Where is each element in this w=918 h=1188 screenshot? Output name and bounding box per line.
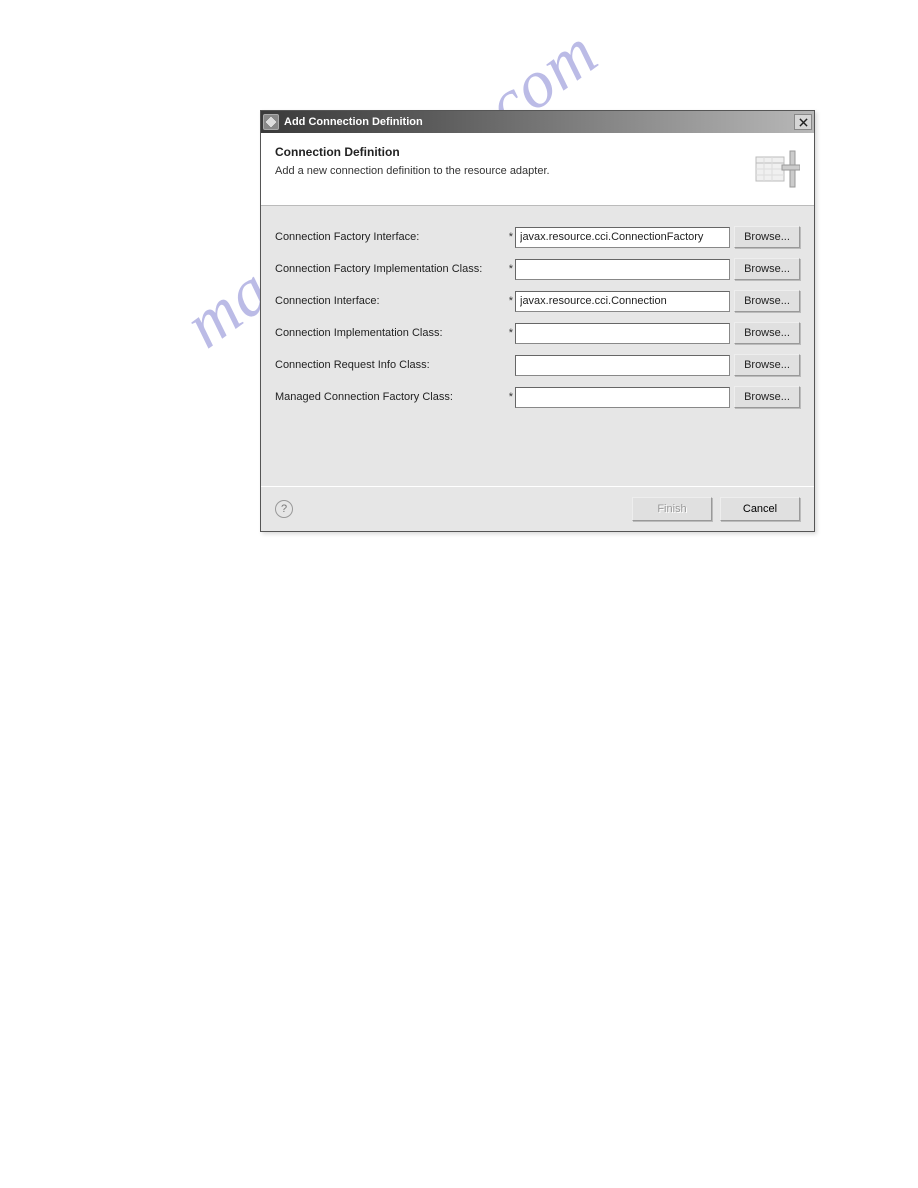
browse-connection-impl-class[interactable]: Browse... [734,322,800,344]
row-connection-impl-class: Connection Implementation Class: * Brows… [275,322,800,344]
browse-managed-connection-factory-class[interactable]: Browse... [734,386,800,408]
row-managed-connection-factory-class: Managed Connection Factory Class: * Brow… [275,386,800,408]
input-connection-impl-class[interactable] [515,323,730,344]
row-connection-factory-impl-class: Connection Factory Implementation Class:… [275,258,800,280]
label-connection-impl-class: Connection Implementation Class: [275,327,507,339]
header-text-block: Connection Definition Add a new connecti… [275,145,742,177]
window-title: Add Connection Definition [284,116,794,128]
footer-area: ? Finish Cancel [261,487,814,531]
row-connection-request-info-class: Connection Request Info Class: Browse... [275,354,800,376]
page-description: Add a new connection definition to the r… [275,165,742,177]
label-connection-factory-impl-class: Connection Factory Implementation Class: [275,263,507,275]
label-connection-factory-interface: Connection Factory Interface: [275,231,507,243]
input-connection-request-info-class[interactable] [515,355,730,376]
dialog-header: Connection Definition Add a new connecti… [261,133,814,206]
row-connection-interface: Connection Interface: * Browse... [275,290,800,312]
required-mark: * [507,295,515,307]
finish-button[interactable]: Finish [632,497,712,521]
app-icon [263,114,279,130]
close-icon [799,118,808,127]
required-mark: * [507,231,515,243]
label-managed-connection-factory-class: Managed Connection Factory Class: [275,391,507,403]
input-connection-factory-interface[interactable] [515,227,730,248]
required-mark: * [507,263,515,275]
row-connection-factory-interface: Connection Factory Interface: * Browse..… [275,226,800,248]
close-button[interactable] [794,114,812,130]
wizard-banner-icon [752,149,800,189]
label-connection-interface: Connection Interface: [275,295,507,307]
browse-connection-factory-interface[interactable]: Browse... [734,226,800,248]
input-connection-interface[interactable] [515,291,730,312]
form-area: Connection Factory Interface: * Browse..… [261,206,814,486]
cancel-button[interactable]: Cancel [720,497,800,521]
page-title: Connection Definition [275,145,742,159]
browse-connection-interface[interactable]: Browse... [734,290,800,312]
browse-connection-factory-impl-class[interactable]: Browse... [734,258,800,280]
help-icon[interactable]: ? [275,500,293,518]
required-mark: * [507,327,515,339]
label-connection-request-info-class: Connection Request Info Class: [275,359,507,371]
input-managed-connection-factory-class[interactable] [515,387,730,408]
required-mark: * [507,391,515,403]
input-connection-factory-impl-class[interactable] [515,259,730,280]
titlebar[interactable]: Add Connection Definition [261,111,814,133]
dialog-add-connection-definition: Add Connection Definition Connection Def… [260,110,815,532]
browse-connection-request-info-class[interactable]: Browse... [734,354,800,376]
